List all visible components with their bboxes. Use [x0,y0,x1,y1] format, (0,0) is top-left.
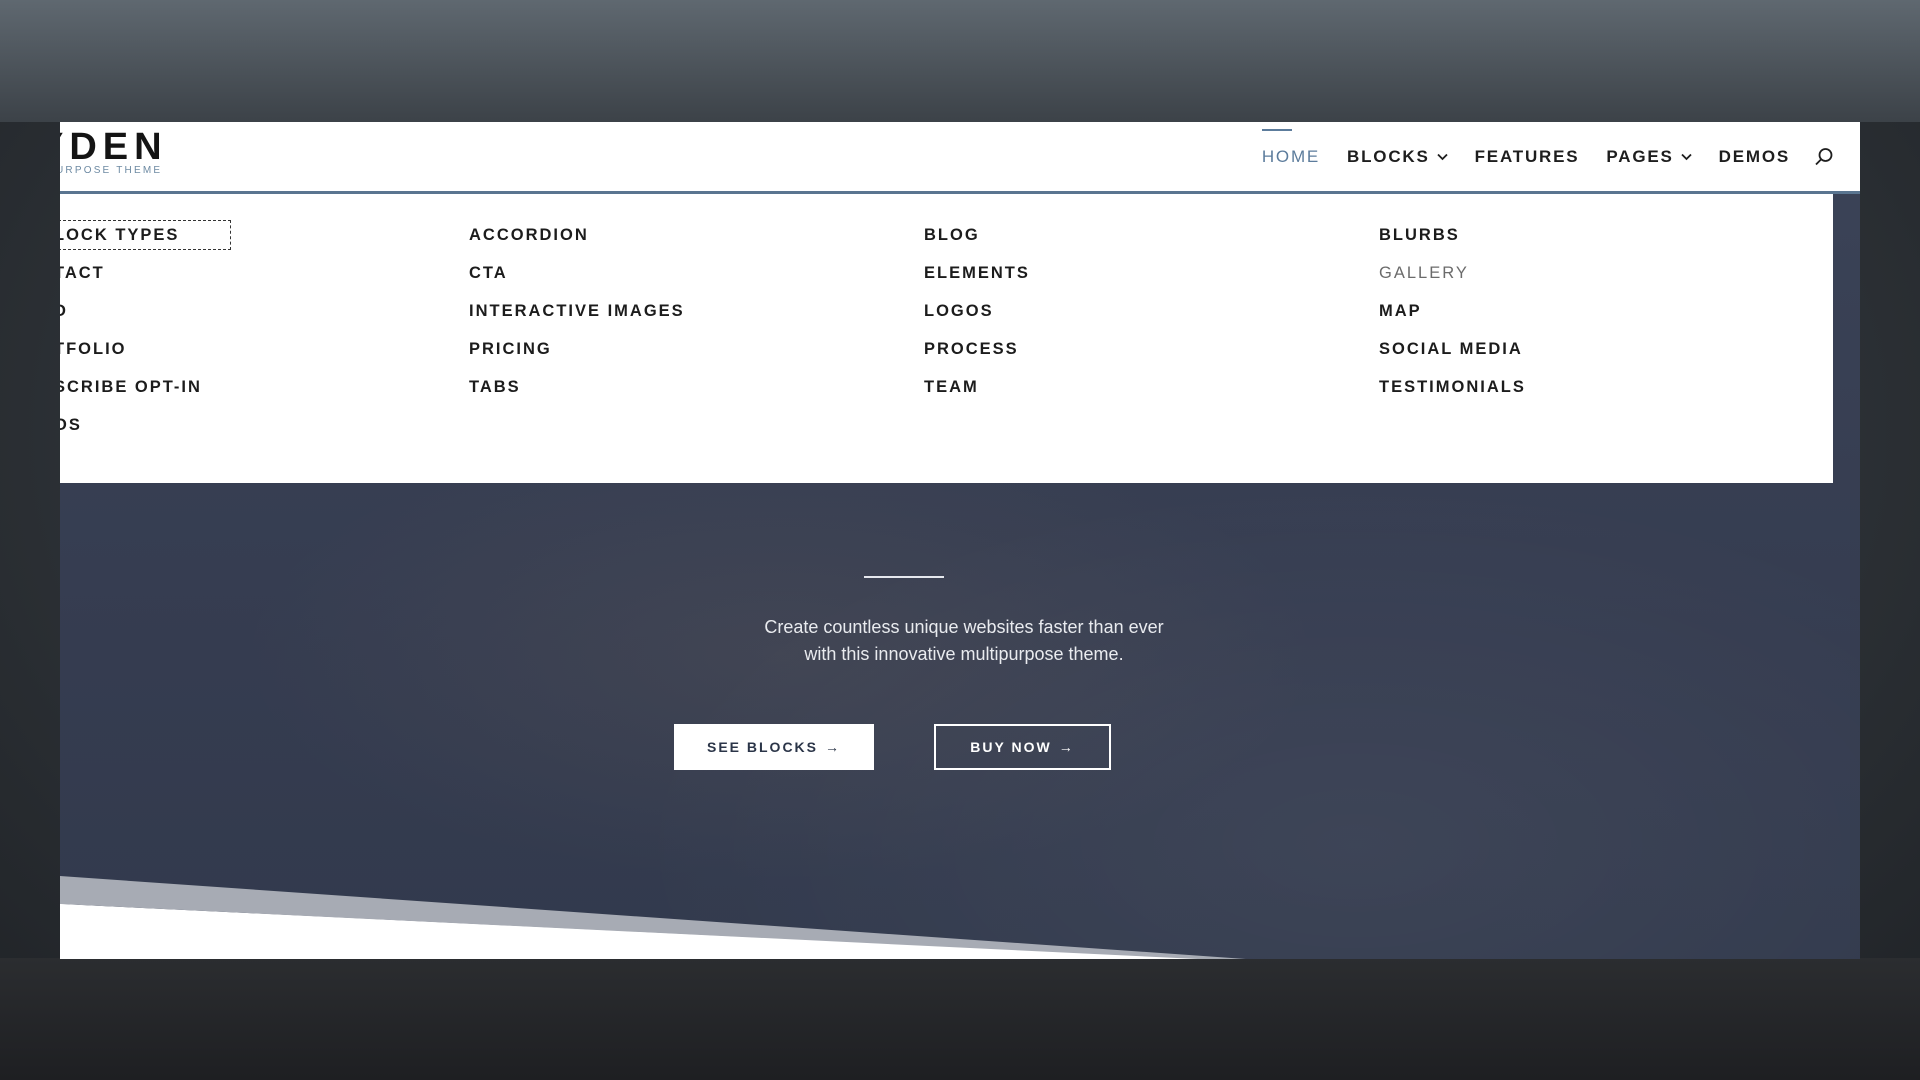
mega-menu-column-2: ACCORDION CTA INTERACTIVE IMAGES PRICING… [469,224,685,414]
site-logo[interactable]: YDEN [60,126,168,169]
mega-menu-item-logos[interactable]: LOGOS [924,300,1030,338]
nav-item-label: DEMOS [1718,147,1790,166]
nav-item-label: BLOCKS [1347,147,1430,166]
blurred-backdrop-bottom [0,958,1920,1080]
nav-item-demos[interactable]: DEMOS [1719,147,1790,167]
active-indicator [1261,129,1292,131]
mega-menu-column-1: LOCK TYPES TACT D TFOLIO SCRIBE OPT-IN O… [60,220,232,452]
mega-menu-item-interactive-images[interactable]: INTERACTIVE IMAGES [469,300,685,338]
mega-menu-item-team[interactable]: TEAM [924,376,1030,414]
mega-menu-item-social-media[interactable]: SOCIAL MEDIA [1379,338,1526,376]
mega-menu-item-elements[interactable]: ELEMENTS [924,262,1030,300]
site-logo-tagline: URPOSE THEME [60,165,163,176]
arrow-right-icon: → [825,739,841,755]
nav-item-features[interactable]: FEATURES [1475,147,1580,167]
mega-menu-column-4: BLURBS GALLERY MAP SOCIAL MEDIA TESTIMON… [1379,224,1526,414]
mega-menu-item-testimonials[interactable]: TESTIMONIALS [1379,376,1526,414]
nav-item-home[interactable]: HOME [1261,129,1321,167]
mega-menu-column-3: BLOG ELEMENTS LOGOS PROCESS TEAM [924,224,1030,414]
hero-description-line-2: with this innovative multipurpose theme. [804,644,1124,664]
mega-menu-item-process[interactable]: PROCESS [924,338,1030,376]
mega-menu-item[interactable]: SCRIBE OPT-IN [60,376,225,414]
chevron-down-icon [1436,153,1448,161]
mega-menu-item-gallery[interactable]: GALLERY [1379,262,1526,300]
blurred-backdrop-top [0,0,1920,122]
mega-menu-item-pricing[interactable]: PRICING [469,338,685,376]
mega-menu-item[interactable]: TFOLIO [60,338,225,376]
nav-item-blocks[interactable]: BLOCKS [1347,147,1448,167]
hero-description-line-1: Create countless unique websites faster … [764,617,1164,637]
mega-menu-item-blurbs[interactable]: BLURBS [1379,224,1526,262]
site-header: YDEN URPOSE THEME HOME BLOCKS FEATURES P… [60,122,1860,194]
mega-menu-item[interactable]: OS [60,414,225,452]
mega-menu-item[interactable]: LOCK TYPES [60,220,232,262]
buy-now-label: BUY NOW [970,739,1052,755]
main-nav: HOME BLOCKS FEATURES PAGES DEMOS [1235,129,1834,172]
chevron-down-icon [1681,153,1692,161]
mega-menu-item-accordion[interactable]: ACCORDION [469,224,685,262]
mega-menu-item[interactable]: TACT [60,262,225,300]
mega-menu-item-map[interactable]: MAP [1379,300,1526,338]
mega-menu-item-blog[interactable]: BLOG [924,224,1030,262]
mega-menu-item[interactable]: D [60,300,225,338]
mega-menu-item-cta[interactable]: CTA [469,262,685,300]
nav-item-label: HOME [1261,147,1321,166]
see-blocks-label: SEE BLOCKS [706,739,818,755]
see-blocks-button[interactable]: SEE BLOCKS → [674,724,874,770]
mega-menu-item-tabs[interactable]: TABS [469,376,685,414]
hero-divider-line [864,576,944,578]
buy-now-button[interactable]: BUY NOW → [934,724,1111,770]
nav-item-pages[interactable]: PAGES [1606,147,1692,167]
nav-item-label: PAGES [1606,147,1674,166]
search-icon[interactable] [1814,147,1834,167]
arrow-right-icon: → [1058,739,1075,755]
blocks-mega-menu: LOCK TYPES TACT D TFOLIO SCRIBE OPT-IN O… [60,194,1833,483]
nav-item-label: FEATURES [1474,147,1580,166]
hero-description: Create countless unique websites faster … [600,614,1328,668]
website-frame: Create countless unique websites faster … [60,122,1860,959]
